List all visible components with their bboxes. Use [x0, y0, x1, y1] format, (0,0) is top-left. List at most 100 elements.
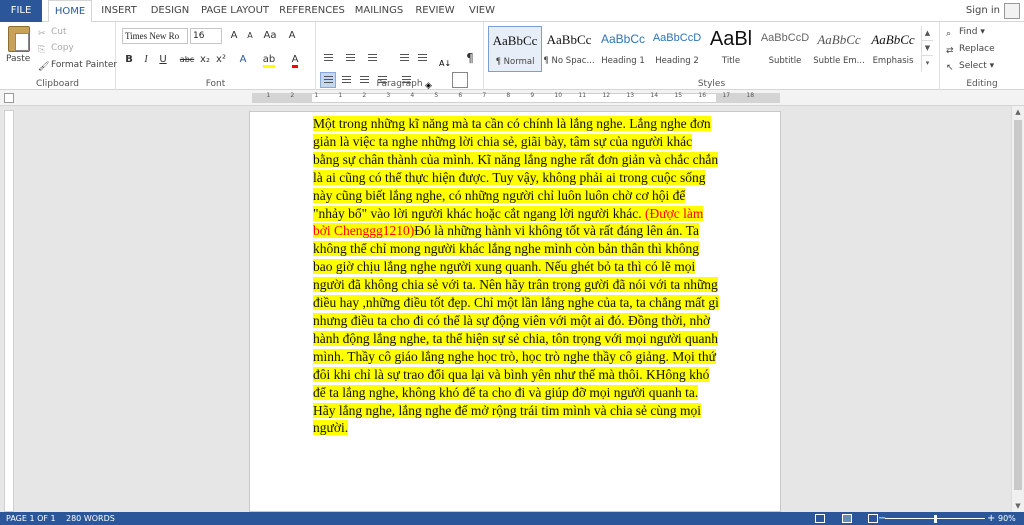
tab-selector[interactable] [4, 93, 14, 103]
chevron-up-icon[interactable]: ▲ [922, 26, 933, 41]
ruler-number: 13 [626, 92, 635, 99]
strikethrough-button[interactable]: abc [178, 52, 196, 68]
numbering-button[interactable] [342, 50, 358, 66]
font-color-icon[interactable]: A [288, 52, 302, 68]
change-case-button[interactable]: Aa [262, 28, 278, 44]
increase-indent-button[interactable] [414, 50, 430, 66]
style-subtitle[interactable]: AaBbCcD Subtitle [758, 26, 812, 72]
zoom-in-button[interactable]: + [987, 512, 995, 525]
search-icon: ⌕ [946, 28, 952, 39]
align-right-button[interactable] [356, 72, 372, 88]
ruler-number: 2 [362, 92, 367, 99]
copy-button[interactable]: ⎘ Copy [38, 41, 74, 55]
bullets-icon [324, 54, 333, 63]
subscript-button[interactable]: x₂ [198, 52, 212, 68]
multilevel-list-button[interactable] [364, 50, 380, 66]
tab-home[interactable]: HOME [48, 0, 92, 23]
style-emphasis[interactable]: AaBbCc Emphasis [866, 26, 920, 72]
style-title[interactable]: AaBl Title [704, 26, 758, 72]
print-layout-icon[interactable] [842, 514, 852, 523]
superscript-button[interactable]: x² [214, 52, 228, 68]
ruler-number: 7 [482, 92, 487, 99]
tab-mailings[interactable]: MAILINGS [352, 0, 406, 22]
bullets-button[interactable] [320, 50, 336, 66]
line-spacing-icon [402, 76, 411, 85]
ruler-number: 9 [530, 92, 535, 99]
style-heading-2[interactable]: AaBbCcD Heading 2 [650, 26, 704, 72]
tab-file[interactable]: FILE [0, 0, 42, 22]
select-button[interactable]: ↖ Select ▾ [946, 59, 994, 73]
tab-view[interactable]: VIEW [464, 0, 500, 22]
scroll-thumb[interactable] [1014, 120, 1022, 490]
find-button[interactable]: ⌕ Find ▾ [946, 25, 985, 39]
underline-button[interactable]: U [156, 52, 170, 68]
tab-page-layout[interactable]: PAGE LAYOUT [198, 0, 272, 22]
ruler-number: 11 [578, 92, 587, 99]
zoom-slider-thumb[interactable] [934, 515, 937, 523]
sign-in-link[interactable]: Sign in [966, 0, 1000, 22]
font-name-select[interactable]: Times New Ro [122, 28, 188, 44]
decrease-indent-button[interactable] [396, 50, 412, 66]
line-spacing-button[interactable] [398, 72, 414, 88]
ruler-number: 17 [722, 92, 731, 99]
style-heading-1[interactable]: AaBbCc Heading 1 [596, 26, 650, 72]
word-count[interactable]: 280 WORDS [66, 512, 115, 525]
sort-icon: A↓ [439, 59, 452, 68]
ribbon-home: Paste ✂ Cut ⎘ Copy 🖌 Format Painter Clipboa… [0, 22, 1024, 91]
justify-icon [378, 76, 387, 85]
style-normal[interactable]: AaBbCc ¶ Normal [488, 26, 542, 72]
read-mode-icon[interactable] [815, 514, 825, 523]
replace-icon: ⇄ [946, 45, 954, 56]
justify-button[interactable] [374, 72, 390, 88]
italic-button[interactable]: I [139, 52, 153, 68]
zoom-level[interactable]: 90% [998, 512, 1016, 525]
chevron-down-icon[interactable]: ▼ [922, 41, 933, 56]
ruler-number: 1 [314, 92, 319, 99]
ruler-number: 16 [698, 92, 707, 99]
highlight-icon[interactable]: ab [262, 52, 276, 68]
style-no-spacing[interactable]: AaBbCc ¶ No Spac... [542, 26, 596, 72]
cut-button[interactable]: ✂ Cut [38, 25, 67, 39]
document-body[interactable]: Một trong những kĩ năng mà ta cần có chí… [313, 115, 719, 437]
ruler-number: 18 [746, 92, 755, 99]
page-count[interactable]: PAGE 1 OF 1 [6, 512, 56, 525]
editing-group: ⌕ Find ▾ ⇄ Replace ↖ Select ▾ Editing [940, 22, 1024, 90]
avatar[interactable] [1004, 3, 1020, 19]
tab-insert[interactable]: INSERT [96, 0, 142, 22]
numbering-icon [346, 54, 355, 63]
styles-gallery-scroll[interactable]: ▲ ▼ ▾ [921, 26, 933, 72]
more-styles-icon[interactable]: ▾ [922, 56, 933, 71]
ruler-number: 4 [410, 92, 415, 99]
vertical-ruler[interactable] [4, 110, 14, 512]
ruler-number: 6 [458, 92, 463, 99]
ruler-number: 8 [506, 92, 511, 99]
ruler-number: 12 [602, 92, 611, 99]
brush-icon: 🖌 [38, 61, 50, 72]
ruler-number: 14 [650, 92, 659, 99]
align-center-button[interactable] [338, 72, 354, 88]
replace-button[interactable]: ⇄ Replace [946, 42, 995, 56]
editing-label: Editing [966, 79, 998, 89]
clear-format-button[interactable]: A [284, 28, 300, 44]
ruler-number: 2 [290, 92, 295, 99]
tab-review[interactable]: REVIEW [412, 0, 458, 22]
shrink-font-button[interactable]: A [242, 28, 258, 44]
sort-button[interactable]: A↓ [438, 50, 454, 68]
style-subtle-emphasis[interactable]: AaBbCc Subtle Em... [812, 26, 866, 72]
tab-references[interactable]: REFERENCES [278, 0, 346, 22]
shading-button[interactable]: ◈ [424, 72, 440, 91]
document-page[interactable]: Một trong những kĩ năng mà ta cần có chí… [249, 111, 781, 512]
vertical-scrollbar[interactable]: ▲ ▼ [1011, 106, 1024, 512]
bold-button[interactable]: B [122, 52, 136, 68]
grow-font-button[interactable]: A [226, 28, 242, 44]
web-layout-icon[interactable] [868, 514, 878, 523]
borders-button[interactable] [452, 72, 468, 88]
tab-design[interactable]: DESIGN [146, 0, 194, 22]
scroll-up-icon[interactable]: ▲ [1012, 106, 1024, 118]
text-effects-icon[interactable]: A [236, 52, 250, 68]
format-painter-button[interactable]: 🖌 Format Painter [38, 58, 117, 72]
font-size-select[interactable]: 16 [190, 28, 222, 44]
show-marks-button[interactable]: ¶ [462, 50, 478, 66]
align-left-button[interactable] [320, 72, 336, 88]
scroll-down-icon[interactable]: ▼ [1012, 500, 1024, 512]
